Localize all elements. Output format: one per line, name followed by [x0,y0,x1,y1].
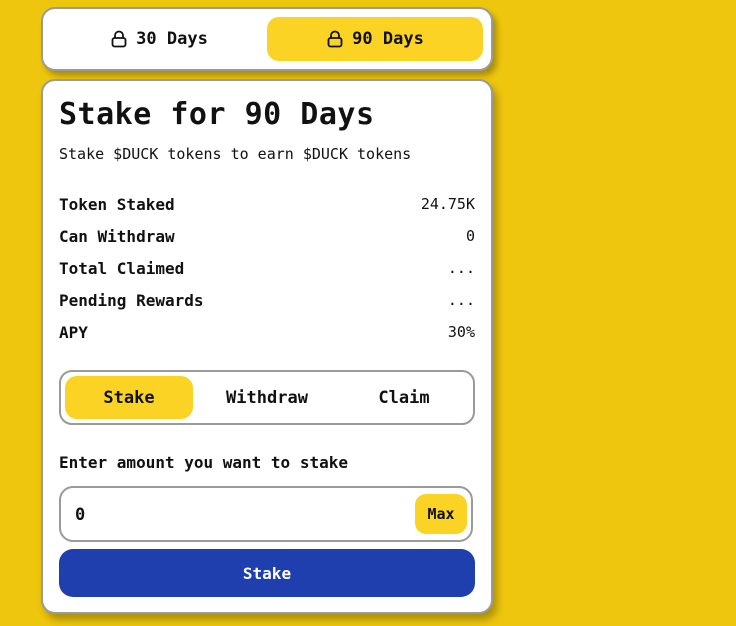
stat-row-token-staked: Token Staked 24.75K [59,193,475,215]
stat-label: Token Staked [59,194,175,214]
page-subtitle: Stake $DUCK tokens to earn $DUCK tokens [59,145,412,163]
stat-value: ... [447,259,475,277]
stat-label: Total Claimed [59,258,185,278]
amount-field: Max [59,486,473,542]
action-tabs: Stake Withdraw Claim [59,370,475,425]
tab-30-days[interactable]: 30 Days [51,17,267,61]
stat-value: 30% [447,323,475,341]
amount-input[interactable] [73,500,397,530]
amount-label: Enter amount you want to stake [59,453,348,472]
tab-withdraw[interactable]: Withdraw [203,376,331,419]
period-selector: 30 Days 90 Days [41,7,493,71]
stat-row-pending-rewards: Pending Rewards ... [59,289,475,311]
tab-claim[interactable]: Claim [340,376,468,419]
stat-label: Can Withdraw [59,226,175,246]
tab-90-days-label: 90 Days [352,29,424,49]
stat-label: APY [59,322,88,342]
stat-row-can-withdraw: Can Withdraw 0 [59,225,475,247]
tab-stake[interactable]: Stake [65,376,193,419]
stat-label: Pending Rewards [59,290,204,310]
tab-30-days-label: 30 Days [136,29,208,49]
lock-icon [111,30,127,48]
stat-value: ... [447,291,475,309]
stat-row-apy: APY 30% [59,321,475,343]
stat-row-total-claimed: Total Claimed ... [59,257,475,279]
max-button[interactable]: Max [415,494,467,534]
stake-card: Stake for 90 Days Stake $DUCK tokens to … [41,79,493,614]
page-title: Stake for 90 Days [59,97,375,132]
lock-icon [327,30,343,48]
stake-button[interactable]: Stake [59,549,475,597]
stat-value: 24.75K [420,195,475,213]
tab-90-days[interactable]: 90 Days [267,17,483,61]
stat-value: 0 [465,227,475,245]
